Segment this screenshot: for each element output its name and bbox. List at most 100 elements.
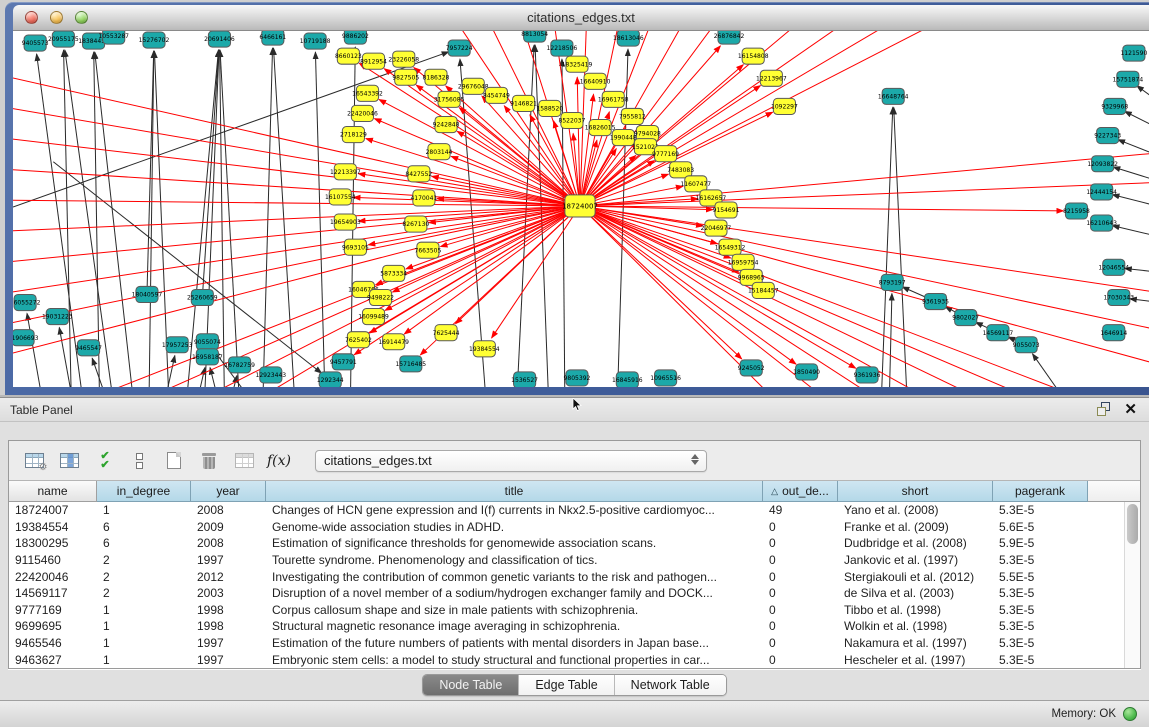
network-node[interactable]: 12218506 xyxy=(547,40,578,56)
network-node[interactable]: 16648764 xyxy=(878,88,909,104)
table-cell[interactable]: 1 xyxy=(97,653,191,667)
network-node[interactable]: 16640910 xyxy=(580,73,611,89)
table-cell[interactable]: 1998 xyxy=(191,603,266,617)
network-node[interactable]: 31756085 xyxy=(434,91,465,107)
network-node[interactable]: 15184457 xyxy=(748,282,779,298)
table-cell[interactable]: 0 xyxy=(763,553,838,567)
table-cell[interactable]: 9465546 xyxy=(9,636,97,650)
network-node[interactable]: 20955175 xyxy=(48,31,79,47)
table-cell[interactable]: 5.3E-5 xyxy=(993,503,1088,517)
table-cell[interactable]: Estimation of significance thresholds fo… xyxy=(266,536,763,550)
table-cell[interactable]: 2012 xyxy=(191,570,266,584)
network-node[interactable]: 9802027 xyxy=(952,310,979,326)
network-node[interactable]: 14569117 xyxy=(983,325,1014,341)
zoom-window-button[interactable] xyxy=(75,11,88,24)
network-node[interactable]: 9457791 xyxy=(330,354,357,370)
column-header-short[interactable]: short xyxy=(838,481,993,502)
table-cell[interactable]: Stergiakouli et al. (2012) xyxy=(838,570,993,584)
table-cell[interactable]: 22420046 xyxy=(9,570,97,584)
table-selector-dropdown[interactable]: citations_edges.txt xyxy=(315,450,707,472)
network-node[interactable]: 22420046 xyxy=(347,105,378,121)
network-node[interactable]: 7957224 xyxy=(446,40,473,56)
memory-ok-indicator[interactable] xyxy=(1123,707,1137,721)
network-node[interactable]: 8454749 xyxy=(483,87,510,103)
network-node[interactable]: 25260659 xyxy=(187,289,218,305)
network-node[interactable]: 8267130 xyxy=(402,216,429,232)
network-node[interactable]: 8186328 xyxy=(423,69,450,85)
network-node[interactable]: 10965516 xyxy=(650,370,681,386)
network-node[interactable]: 1646914 xyxy=(1100,325,1127,341)
network-node[interactable]: 18724007 xyxy=(562,195,598,217)
tab-edge-table[interactable]: Edge Table xyxy=(519,675,614,695)
table-cell[interactable]: Investigating the contribution of common… xyxy=(266,570,763,584)
network-node[interactable]: 16549312 xyxy=(715,239,746,255)
table-cell[interactable]: Tibbo et al. (1998) xyxy=(838,603,993,617)
table-cell[interactable]: 5.3E-5 xyxy=(993,553,1088,567)
table-cell[interactable]: 0 xyxy=(763,636,838,650)
table-body[interactable]: 1872400712008Changes of HCN gene express… xyxy=(9,502,1124,668)
network-node[interactable]: 16210643 xyxy=(1086,215,1117,231)
table-settings-icon[interactable]: ⚙ xyxy=(21,448,47,474)
column-header-in_degree[interactable]: in_degree xyxy=(97,481,191,502)
network-node[interactable]: 15751874 xyxy=(1113,71,1144,87)
network-canvas[interactable]: 8660123891295423226058982750581863281654… xyxy=(13,31,1149,387)
table-cell[interactable]: Yano et al. (2008) xyxy=(838,503,993,517)
table-row[interactable]: 977716911998Corpus callosum shape and si… xyxy=(9,602,1124,619)
network-node[interactable]: 9465547 xyxy=(75,340,102,356)
table-cell[interactable]: 0 xyxy=(763,653,838,667)
network-node[interactable]: 16543392 xyxy=(352,85,383,101)
close-panel-icon[interactable]: ✕ xyxy=(1124,402,1137,417)
network-node[interactable]: 10719188 xyxy=(300,33,331,49)
table-cell[interactable]: 1998 xyxy=(191,619,266,633)
table-cell[interactable]: 2008 xyxy=(191,503,266,517)
column-header-title[interactable]: title xyxy=(266,481,763,502)
table-cell[interactable]: 5.3E-5 xyxy=(993,619,1088,633)
table-cell[interactable]: 1 xyxy=(97,603,191,617)
network-node[interactable]: 23226058 xyxy=(388,51,419,67)
table-row[interactable]: 969969511998Structural magnetic resonanc… xyxy=(9,618,1124,635)
table-cell[interactable]: 9777169 xyxy=(9,603,97,617)
table-cell[interactable]: 0 xyxy=(763,570,838,584)
network-node[interactable]: 26876842 xyxy=(714,31,745,44)
network-node[interactable]: 1292344 xyxy=(317,372,344,387)
table-cell[interactable]: 5.3E-5 xyxy=(993,653,1088,667)
table-cell[interactable]: Wolkin et al. (1998) xyxy=(838,619,993,633)
table-cell[interactable]: Hescheler et al. (1997) xyxy=(838,653,993,667)
table-cell[interactable]: 2003 xyxy=(191,586,266,600)
column-header-pagerank[interactable]: pagerank xyxy=(993,481,1088,502)
table-cell[interactable]: 49 xyxy=(763,503,838,517)
network-node[interactable]: 15276702 xyxy=(139,32,170,48)
network-node[interactable]: 16107554 xyxy=(325,189,356,205)
table-cell[interactable]: 5.3E-5 xyxy=(993,586,1088,600)
column-header-out_de[interactable]: △out_de... xyxy=(763,481,838,502)
delete-column-icon[interactable] xyxy=(196,448,222,474)
table-cell[interactable]: 1997 xyxy=(191,653,266,667)
table-cell[interactable]: Franke et al. (2009) xyxy=(838,520,993,534)
network-node[interactable]: 20691406 xyxy=(204,31,235,47)
table-cell[interactable]: 9115460 xyxy=(9,553,97,567)
table-cell[interactable]: 0 xyxy=(763,520,838,534)
table-cell[interactable]: 5.3E-5 xyxy=(993,603,1088,617)
table-cell[interactable]: 2 xyxy=(97,586,191,600)
table-cell[interactable]: 14569117 xyxy=(9,586,97,600)
network-node[interactable]: 9777169 xyxy=(652,146,679,162)
network-node[interactable]: 12213397 xyxy=(330,164,361,180)
network-node[interactable]: 12213967 xyxy=(756,70,787,86)
network-node[interactable]: 22046977 xyxy=(701,220,732,236)
network-node[interactable]: 16959754 xyxy=(728,254,759,270)
network-node[interactable]: 9329968 xyxy=(1101,98,1128,114)
network-node[interactable]: 1536527 xyxy=(511,372,538,387)
close-window-button[interactable] xyxy=(25,11,38,24)
network-node[interactable]: 16914479 xyxy=(378,334,409,350)
table-row[interactable]: 1830029562008Estimation of significance … xyxy=(9,535,1124,552)
network-node[interactable]: 9805392 xyxy=(564,370,591,386)
select-all-icon[interactable]: ✔✔ xyxy=(91,448,117,474)
network-graph[interactable]: 8660123891295423226058982750581863281654… xyxy=(13,31,1149,387)
table-cell[interactable]: 0 xyxy=(763,536,838,550)
network-node[interactable]: 9361935 xyxy=(922,293,949,309)
network-node[interactable]: 19031223 xyxy=(42,309,73,325)
network-node[interactable]: 17030343 xyxy=(1103,289,1134,305)
table-cell[interactable]: Embryonic stem cells: a model to study s… xyxy=(266,653,763,667)
network-node[interactable]: 10553287 xyxy=(98,31,129,44)
network-node[interactable]: 8813054 xyxy=(521,31,548,42)
